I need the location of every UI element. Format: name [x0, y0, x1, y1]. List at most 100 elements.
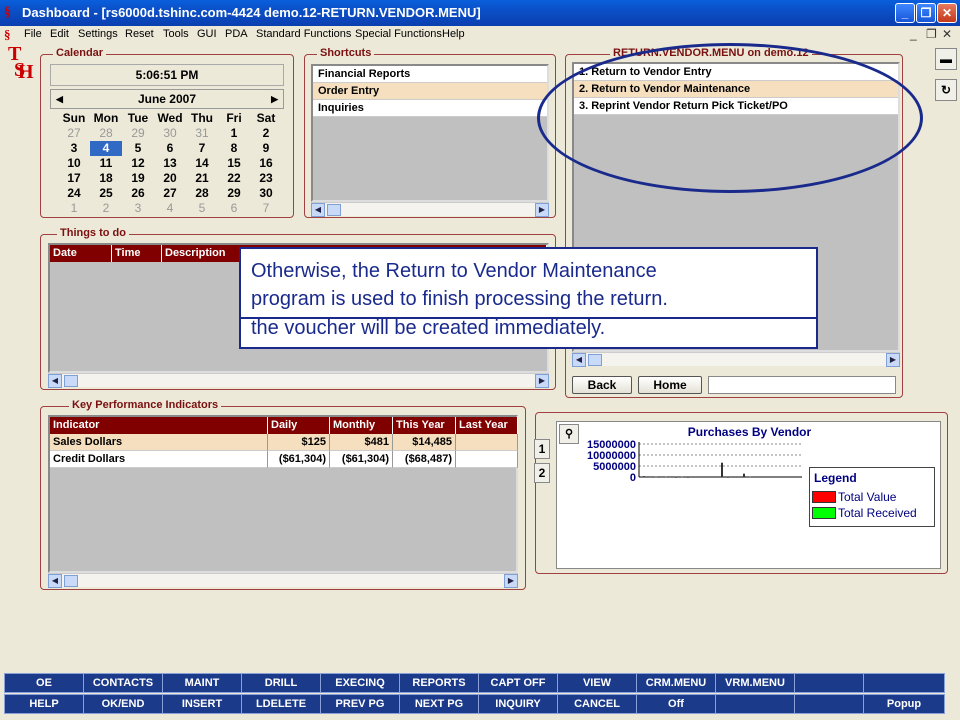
function-key[interactable] — [715, 694, 795, 714]
function-key[interactable] — [794, 673, 864, 693]
calendar-day[interactable]: 19 — [122, 171, 154, 186]
calendar-day[interactable]: 13 — [154, 156, 186, 171]
collapse-button[interactable]: ▬ — [935, 48, 957, 70]
menu-file[interactable]: File — [24, 28, 42, 40]
shortcuts-hscrollbar[interactable]: ◀ ▶ — [311, 202, 549, 217]
calendar-day[interactable]: 20 — [154, 171, 186, 186]
calendar-day[interactable]: 30 — [154, 126, 186, 141]
function-key[interactable] — [794, 694, 864, 714]
scroll-thumb[interactable] — [64, 375, 78, 387]
function-key[interactable]: CANCEL — [557, 694, 637, 714]
mdi-restore-icon[interactable]: ❐ — [926, 27, 937, 41]
calendar-day[interactable]: 28 — [186, 186, 218, 201]
function-key[interactable]: HELP — [4, 694, 84, 714]
calendar-day[interactable]: 14 — [186, 156, 218, 171]
menu-standard-functions[interactable]: Standard Functions — [256, 28, 351, 40]
col-header-time[interactable]: Time — [112, 245, 162, 262]
calendar-day[interactable]: 3 — [58, 141, 90, 156]
mdi-close-icon[interactable]: ✕ — [942, 27, 952, 41]
kpi-col-daily[interactable]: Daily — [268, 417, 330, 434]
kpi-col-last-year[interactable]: Last Year — [456, 417, 518, 434]
mdi-minimize-icon[interactable]: _ — [910, 27, 917, 41]
function-key[interactable]: MAINT — [162, 673, 242, 693]
calendar-day[interactable]: 9 — [250, 141, 282, 156]
col-header-date[interactable]: Date — [50, 245, 112, 262]
calendar-day[interactable]: 17 — [58, 171, 90, 186]
scroll-right-icon[interactable]: ▶ — [504, 574, 518, 588]
function-key[interactable]: CAPT OFF — [478, 673, 558, 693]
calendar-day[interactable]: 18 — [90, 171, 122, 186]
scroll-thumb[interactable] — [588, 354, 602, 366]
scroll-left-icon[interactable]: ◀ — [311, 203, 325, 217]
function-key[interactable]: CRM.MENU — [636, 673, 716, 693]
calendar-day[interactable]: 7 — [250, 201, 282, 216]
things-to-do-hscrollbar[interactable]: ◀ ▶ — [48, 373, 549, 388]
menu-gui[interactable]: GUI — [197, 28, 217, 40]
function-key[interactable]: INQUIRY — [478, 694, 558, 714]
function-key[interactable]: INSERT — [162, 694, 242, 714]
chart-tab-1[interactable]: 1 — [534, 439, 550, 459]
menu-special-functions[interactable]: Special Functions — [355, 28, 442, 40]
scroll-left-icon[interactable]: ◀ — [572, 353, 586, 367]
function-key[interactable]: OK/END — [83, 694, 163, 714]
function-key[interactable]: PREV PG — [320, 694, 400, 714]
menu-tools[interactable]: Tools — [163, 28, 189, 40]
function-key[interactable]: OE — [4, 673, 84, 693]
function-key[interactable]: Off — [636, 694, 716, 714]
function-key[interactable]: CONTACTS — [83, 673, 163, 693]
scroll-right-icon[interactable]: ▶ — [886, 353, 900, 367]
command-input[interactable] — [708, 376, 896, 394]
scroll-thumb[interactable] — [327, 204, 341, 216]
calendar-day[interactable]: 22 — [218, 171, 250, 186]
calendar-day[interactable]: 8 — [218, 141, 250, 156]
calendar-day[interactable]: 11 — [90, 156, 122, 171]
minimize-icon[interactable]: _ — [895, 3, 915, 23]
function-key[interactable]: EXECINQ — [320, 673, 400, 693]
calendar-day[interactable]: 2 — [90, 201, 122, 216]
scroll-thumb[interactable] — [64, 575, 78, 587]
function-key[interactable] — [863, 673, 945, 693]
prev-month-icon[interactable]: ◀ — [56, 90, 63, 108]
function-key[interactable]: VIEW — [557, 673, 637, 693]
calendar-day[interactable]: 29 — [122, 126, 154, 141]
calendar-day[interactable]: 5 — [186, 201, 218, 216]
kpi-col-this-year[interactable]: This Year — [393, 417, 456, 434]
function-key[interactable]: REPORTS — [399, 673, 479, 693]
calendar-day[interactable]: 6 — [154, 141, 186, 156]
calendar-day[interactable]: 27 — [154, 186, 186, 201]
vendor-menu-hscrollbar[interactable]: ◀ ▶ — [572, 352, 900, 367]
calendar-day[interactable]: 27 — [58, 126, 90, 141]
menu-pda[interactable]: PDA — [225, 28, 248, 40]
calendar-day[interactable]: 26 — [122, 186, 154, 201]
function-key[interactable]: LDELETE — [241, 694, 321, 714]
calendar-day[interactable]: 15 — [218, 156, 250, 171]
calendar-day[interactable]: 23 — [250, 171, 282, 186]
scroll-left-icon[interactable]: ◀ — [48, 574, 62, 588]
kpi-col-monthly[interactable]: Monthly — [330, 417, 393, 434]
shortcut-financial-reports[interactable]: Financial Reports — [313, 66, 547, 83]
calendar-day[interactable]: 4 — [154, 201, 186, 216]
scroll-right-icon[interactable]: ▶ — [535, 203, 549, 217]
calendar-day[interactable]: 1 — [58, 201, 90, 216]
back-button[interactable]: Back — [572, 376, 632, 394]
function-key[interactable]: DRILL — [241, 673, 321, 693]
window-title-bar[interactable]: § Dashboard - [rs6000d.tshinc.com-4424 d… — [0, 0, 960, 26]
calendar-day[interactable]: 24 — [58, 186, 90, 201]
shortcut-inquiries[interactable]: Inquiries — [313, 100, 547, 117]
function-key[interactable]: VRM.MENU — [715, 673, 795, 693]
calendar-day[interactable]: 10 — [58, 156, 90, 171]
menu-settings[interactable]: Settings — [78, 28, 118, 40]
menu-reset[interactable]: Reset — [125, 28, 154, 40]
calendar-day[interactable]: 1 — [218, 126, 250, 141]
calendar-day[interactable]: 16 — [250, 156, 282, 171]
home-button[interactable]: Home — [638, 376, 702, 394]
chart-tab-2[interactable]: 2 — [534, 463, 550, 483]
shortcut-order-entry[interactable]: Order Entry — [313, 83, 547, 100]
calendar-day[interactable]: 3 — [122, 201, 154, 216]
function-key[interactable]: Popup — [863, 694, 945, 714]
scroll-right-icon[interactable]: ▶ — [535, 374, 549, 388]
calendar-day[interactable]: 21 — [186, 171, 218, 186]
kpi-hscrollbar[interactable]: ◀ ▶ — [48, 573, 518, 588]
menu-help[interactable]: Help — [442, 28, 465, 40]
calendar-day[interactable]: 5 — [122, 141, 154, 156]
